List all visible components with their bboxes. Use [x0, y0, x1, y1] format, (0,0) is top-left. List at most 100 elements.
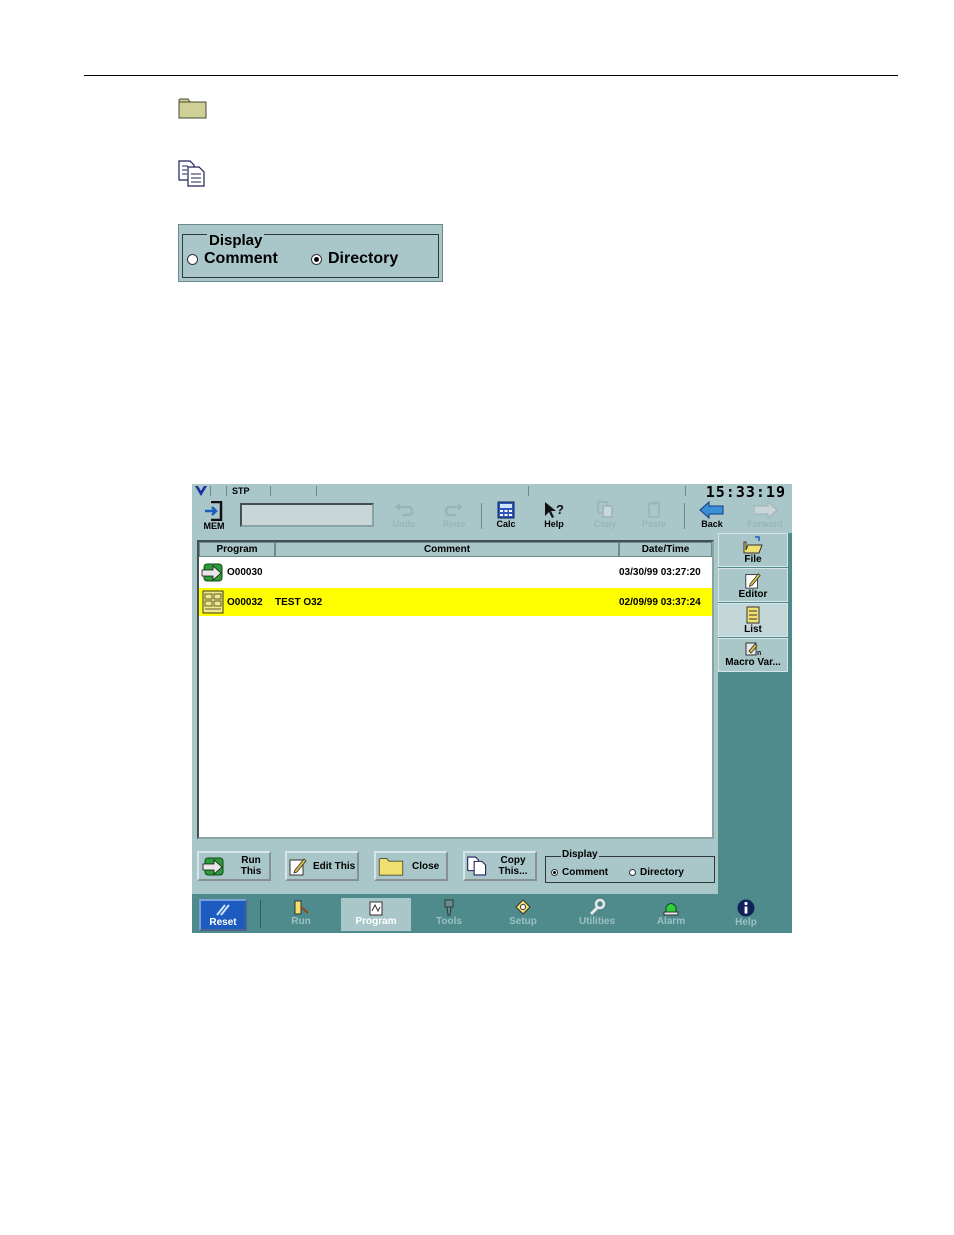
toolbar: MEM Undo Redo Calc ? Help Copy Paste Bac… [192, 499, 792, 533]
mem-label: MEM [203, 521, 225, 531]
tab-macro-var[interactable]: n Macro Var... [718, 638, 788, 672]
row-program: O00032 [227, 597, 263, 608]
run-this-button[interactable]: Run This [197, 851, 271, 881]
nav-setup[interactable]: Setup [488, 896, 558, 931]
status-separator [210, 486, 211, 496]
status-separator [316, 486, 317, 496]
nav-alarm[interactable]: Alarm [636, 896, 706, 931]
display-group: Display Comment Directory [545, 849, 715, 883]
help-pointer-icon: ? [545, 502, 564, 518]
radio-comment-indicator[interactable] [187, 253, 198, 265]
bottom-nav: Reset Run Program Tools Setup Utilities … [192, 894, 792, 933]
nav-tools[interactable]: Tools [414, 896, 484, 931]
program-run-icon [201, 563, 223, 582]
copy-icon [597, 501, 613, 518]
mem-button[interactable]: MEM [194, 501, 234, 531]
radio-directory-indicator[interactable] [629, 869, 636, 876]
help-button[interactable]: ? Help [532, 501, 576, 531]
column-header-program[interactable]: Program [199, 542, 275, 557]
calc-button[interactable]: Calc [484, 501, 528, 531]
radio-comment[interactable]: Comment [187, 250, 278, 268]
status-bar: STP 15:33:19 [192, 484, 792, 501]
display-legend: Display [561, 849, 599, 860]
paste-icon [648, 501, 660, 518]
alarm-light-icon [663, 903, 679, 916]
copy-this-button[interactable]: Copy This... [463, 851, 537, 881]
radio-comment-label: Comment [204, 250, 278, 267]
radio-comment-indicator[interactable] [551, 869, 558, 876]
edit-this-button[interactable]: Edit This [285, 851, 359, 881]
redo-icon [444, 503, 463, 517]
logo-icon [195, 486, 207, 496]
tab-file[interactable]: File [718, 533, 788, 567]
row-program: O00030 [227, 567, 263, 578]
program-list[interactable]: Program Comment Date/Time O00030 03/30/9… [197, 540, 714, 839]
setup-icon [515, 899, 531, 915]
mem-icon [205, 501, 223, 521]
run-this-label: Run This [240, 855, 262, 877]
tab-editor-label: Editor [738, 589, 768, 600]
nav-utilities[interactable]: Utilities [562, 896, 632, 931]
status-separator [226, 486, 227, 496]
forward-button[interactable]: Forward [741, 501, 789, 531]
mode-status: STP [232, 486, 250, 496]
display-group-illustration: Display Comment Directory [178, 224, 443, 282]
undo-icon [395, 503, 414, 517]
column-header-datetime[interactable]: Date/Time [619, 542, 712, 557]
nav-run-label: Run [291, 916, 311, 927]
paste-button[interactable]: Paste [632, 501, 676, 531]
undo-button[interactable]: Undo [382, 501, 426, 531]
tab-list-label: List [744, 624, 762, 635]
row-datetime: 02/09/99 03:37:24 [619, 597, 701, 608]
run-icon [294, 900, 309, 915]
main-panel: Program Comment Date/Time O00030 03/30/9… [192, 533, 718, 894]
help-label: Help [544, 519, 564, 529]
paste-label: Paste [641, 519, 667, 529]
nav-utilities-label: Utilities [578, 916, 616, 927]
table-row-selected[interactable]: O00032 TEST O32 02/09/99 03:37:24 [199, 588, 712, 616]
nav-run[interactable]: Run [266, 896, 336, 931]
redo-button[interactable]: Redo [432, 501, 476, 531]
close-label: Close [412, 860, 440, 872]
radio-directory[interactable]: Directory [311, 250, 398, 268]
row-datetime: 03/30/99 03:27:20 [619, 567, 701, 578]
reset-button[interactable]: Reset [199, 899, 247, 931]
calculator-icon [497, 501, 515, 519]
radio-directory-indicator[interactable] [311, 253, 322, 265]
edit-icon [745, 573, 761, 589]
run-icon [202, 857, 224, 876]
radio-directory[interactable]: Directory [629, 867, 684, 878]
tab-editor[interactable]: Editor [718, 568, 788, 602]
back-label: Back [701, 519, 723, 529]
tab-macro-var-label: Macro Var... [725, 657, 781, 668]
forward-label: Forward [747, 519, 783, 529]
program-name-field[interactable] [240, 503, 374, 527]
status-separator [528, 486, 529, 496]
table-row[interactable]: O00030 03/30/99 03:27:20 [199, 558, 712, 586]
open-folder-icon [743, 536, 763, 554]
tab-list[interactable]: List [718, 603, 788, 637]
copy-this-label: Copy This... [498, 855, 528, 877]
row-comment: TEST O32 [275, 597, 323, 608]
edit-this-label: Edit This [313, 860, 356, 872]
radio-comment[interactable]: Comment [551, 867, 608, 878]
back-arrow-icon [699, 501, 724, 519]
status-separator [685, 486, 686, 496]
redo-label: Redo [442, 519, 466, 529]
svg-text:n: n [757, 650, 761, 657]
program-file-icon [202, 590, 224, 614]
copy-document-icon [467, 856, 487, 876]
nav-help[interactable]: Help [711, 896, 781, 931]
back-button[interactable]: Back [690, 501, 734, 531]
close-button[interactable]: Close [374, 851, 448, 881]
radio-directory-label: Directory [640, 867, 684, 878]
side-tabs: File Editor List n Macro Var... [718, 533, 792, 894]
copy-button[interactable]: Copy [583, 501, 627, 531]
edit-icon [289, 858, 307, 876]
reset-label: Reset [209, 917, 237, 928]
nav-program[interactable]: Program [341, 898, 411, 931]
radio-directory-label: Directory [328, 250, 399, 267]
folder-icon [178, 98, 207, 119]
program-icon [369, 901, 383, 916]
column-header-comment[interactable]: Comment [275, 542, 619, 557]
